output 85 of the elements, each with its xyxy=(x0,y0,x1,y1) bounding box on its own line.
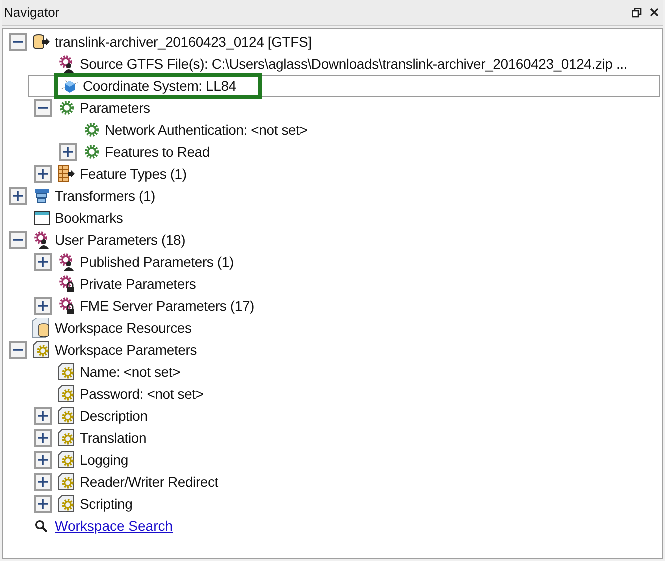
item-label: Logging xyxy=(79,452,130,468)
document-gear-icon xyxy=(58,495,76,513)
reader-icon xyxy=(32,34,50,50)
tree-item[interactable]: User Parameters (18) xyxy=(3,229,662,251)
expand-toggle[interactable] xyxy=(34,429,52,447)
tree-item[interactable]: Scripting xyxy=(28,493,662,515)
restore-icon[interactable] xyxy=(632,8,642,18)
document-gear-icon xyxy=(58,473,76,491)
tree-item[interactable]: Reader/Writer Redirect xyxy=(28,471,662,493)
tree-item[interactable]: Source GTFS File(s): C:\Users\aglass\Downloads\translink-archiver_20160423_0124.zip ... xyxy=(28,53,662,75)
item-label: Source GTFS File(s): C:\Users\aglass\Downloads\translink-archiver_20160423_0124.zip ... xyxy=(79,56,629,72)
expand-toggle[interactable] xyxy=(34,473,52,491)
expand-toggle[interactable] xyxy=(34,297,52,315)
tree-item[interactable]: Private Parameters xyxy=(28,273,662,295)
expand-toggle[interactable] xyxy=(34,495,52,513)
tree-item[interactable]: Password: <not set> xyxy=(28,383,662,405)
gear-lock-icon xyxy=(58,297,76,315)
item-label: Feature Types (1) xyxy=(79,166,188,182)
tree-item[interactable]: Transformers (1) xyxy=(3,185,662,207)
close-icon[interactable] xyxy=(650,8,659,17)
tree-item[interactable]: Features to Read xyxy=(53,141,662,163)
tree-item[interactable]: Translation xyxy=(28,427,662,449)
item-label: User Parameters (18) xyxy=(54,232,187,248)
expand-toggle[interactable] xyxy=(34,253,52,271)
collapse-toggle[interactable] xyxy=(8,231,26,249)
document-gear-icon xyxy=(58,385,76,403)
item-label: Transformers (1) xyxy=(54,188,157,204)
workspace-search-link[interactable]: Workspace Search xyxy=(53,518,176,534)
expand-toggle[interactable] xyxy=(58,143,76,161)
collapse-toggle[interactable] xyxy=(8,33,26,51)
item-label: FME Server Parameters (17) xyxy=(79,298,256,314)
document-gear-icon xyxy=(32,341,50,359)
tree-item[interactable]: Description xyxy=(28,405,662,427)
item-label: Published Parameters (1) xyxy=(79,254,235,270)
gear-icon xyxy=(58,100,74,116)
item-label: Reader/Writer Redirect xyxy=(79,474,220,490)
item-label: Bookmarks xyxy=(54,210,124,226)
tree-item[interactable]: Network Authentication: <not set> xyxy=(53,119,662,141)
tree-item[interactable]: Parameters xyxy=(28,97,662,119)
collapse-toggle[interactable] xyxy=(8,341,26,359)
gear-icon xyxy=(84,122,100,138)
tree-item[interactable]: Workspace Resources xyxy=(3,317,662,339)
item-label: Description xyxy=(79,408,149,424)
document-gear-icon xyxy=(58,407,76,425)
gear-person-icon xyxy=(58,253,76,271)
tree-item[interactable]: translink-archiver_20160423_0124 [GTFS] xyxy=(3,31,662,53)
gear-person-icon xyxy=(58,55,76,73)
item-label: Private Parameters xyxy=(79,276,198,292)
item-label: Workspace Resources xyxy=(54,320,193,336)
item-label: Coordinate System: LL84 xyxy=(82,78,238,94)
document-gear-icon xyxy=(58,451,76,469)
item-label: Translation xyxy=(79,430,148,446)
stacked-bars-icon xyxy=(34,188,50,204)
tree-item[interactable]: Workspace Parameters xyxy=(3,339,662,361)
item-label: Workspace Parameters xyxy=(54,342,198,358)
tree-item[interactable]: Logging xyxy=(28,449,662,471)
search-icon xyxy=(35,520,48,532)
gear-lock-icon xyxy=(58,275,76,293)
expand-toggle[interactable] xyxy=(34,165,52,183)
database-icon xyxy=(32,318,52,338)
panel-title: Navigator xyxy=(4,5,61,20)
collapse-toggle[interactable] xyxy=(34,99,52,117)
gear-person-icon xyxy=(32,231,50,249)
expand-toggle[interactable] xyxy=(8,187,26,205)
tree-item[interactable]: Name: <not set> xyxy=(28,361,662,383)
item-label: Scripting xyxy=(79,496,134,512)
expand-toggle[interactable] xyxy=(34,451,52,469)
tree-item[interactable]: Coordinate System: LL84 xyxy=(28,75,660,97)
tree-item[interactable]: Published Parameters (1) xyxy=(28,251,662,273)
item-label: translink-archiver_20160423_0124 [GTFS] xyxy=(54,34,313,50)
expand-toggle[interactable] xyxy=(34,407,52,425)
document-gear-icon xyxy=(58,363,76,381)
tree-item[interactable]: Feature Types (1) xyxy=(28,163,662,185)
tree-item[interactable]: Bookmarks xyxy=(3,207,662,229)
item-label: Network Authentication: <not set> xyxy=(104,122,309,138)
document-gear-icon xyxy=(58,429,76,447)
gear-icon xyxy=(84,144,100,160)
window-icon xyxy=(34,210,50,226)
item-label: Parameters xyxy=(79,100,152,116)
table-arrow-icon xyxy=(58,165,76,183)
cube-icon xyxy=(60,77,78,95)
item-label: Name: <not set> xyxy=(79,364,182,380)
tree-item[interactable]: FME Server Parameters (17) xyxy=(28,295,662,317)
item-label: Features to Read xyxy=(104,144,211,160)
item-label: Password: <not set> xyxy=(79,386,205,402)
